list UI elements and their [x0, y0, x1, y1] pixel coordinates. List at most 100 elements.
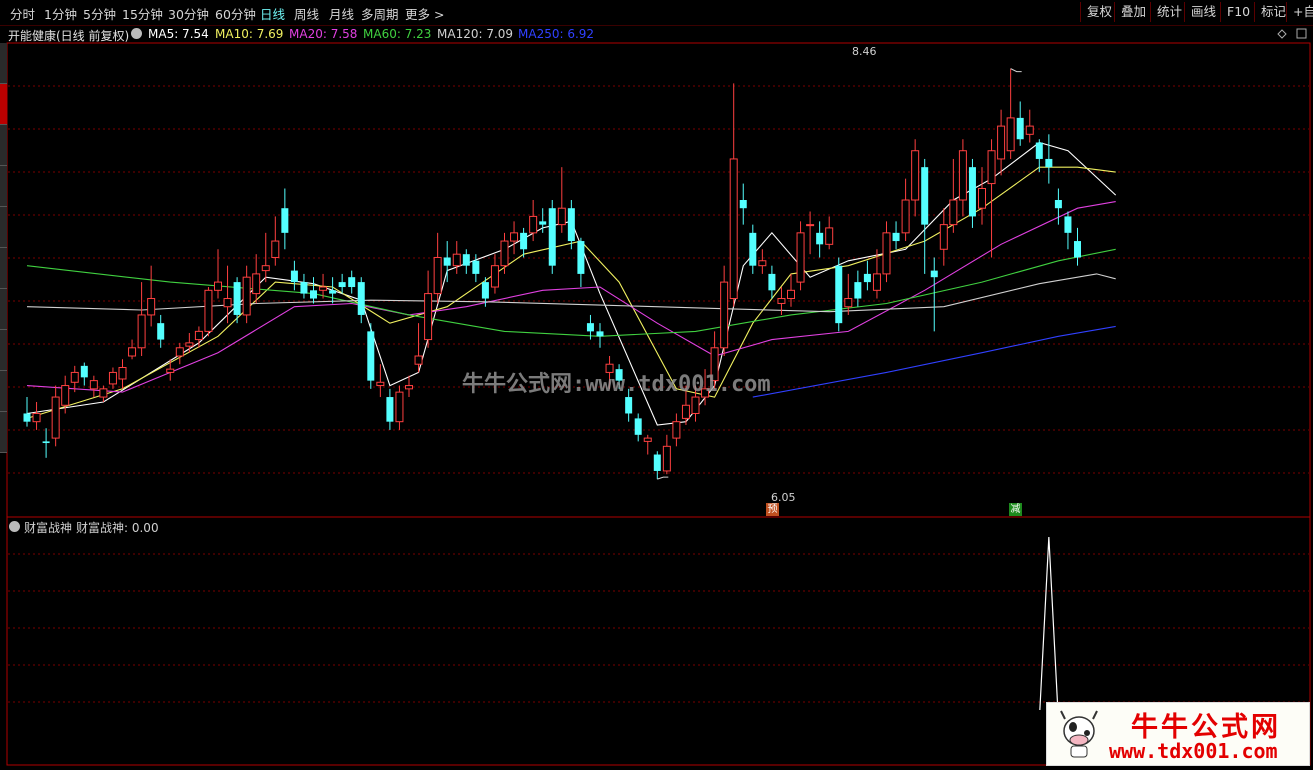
candle-body [61, 385, 70, 406]
side-tab-0[interactable] [0, 43, 7, 84]
indicator-value: 财富战神: 0.00 [76, 521, 159, 535]
settings-icon[interactable] [131, 28, 142, 39]
side-tab-1[interactable] [0, 84, 7, 125]
candle-body [1035, 142, 1043, 159]
side-tabs [0, 43, 7, 463]
period-tab-4[interactable]: 30分钟 [168, 4, 209, 23]
candle-body [137, 314, 146, 349]
candle-body [472, 260, 480, 274]
candle-body [643, 437, 652, 442]
side-tab-7[interactable] [0, 330, 7, 371]
period-tab-5[interactable]: 60分钟 [215, 4, 256, 23]
candle-body [844, 298, 853, 308]
candle-body [51, 396, 60, 439]
candle-body [1006, 117, 1015, 152]
side-tab-8[interactable] [0, 371, 7, 412]
period-tab-0[interactable]: 分时 [10, 4, 35, 23]
candle-body [194, 330, 203, 341]
candle-body [520, 232, 528, 250]
candle-body [691, 396, 700, 414]
side-tab-2[interactable] [0, 125, 7, 166]
side-tab-5[interactable] [0, 248, 7, 289]
candle-body [252, 273, 261, 295]
candle-body [930, 270, 938, 278]
candle-body [777, 298, 786, 304]
candle-body [882, 232, 891, 275]
side-tab-3[interactable] [0, 166, 7, 207]
candle-body [911, 150, 920, 201]
candle-body [596, 331, 604, 337]
candle-body [281, 208, 289, 233]
candle-body [997, 125, 1006, 160]
ma-line-ma60 [26, 248, 1116, 337]
candle-body [939, 224, 948, 250]
logo-url: www.tdx001.com [1109, 739, 1278, 763]
period-tab-7[interactable]: 周线 [294, 4, 319, 23]
candle-body [99, 388, 108, 398]
watermark-text: 牛牛公式网:www.tdx001.com [462, 372, 771, 397]
side-tab-4[interactable] [0, 207, 7, 248]
candle-body [157, 323, 165, 340]
candle-body [500, 240, 509, 267]
candle-body [166, 368, 175, 373]
period-tab-10[interactable]: 更多 > [405, 4, 444, 23]
ma-label-3: MA60: 7.23 [363, 27, 432, 41]
candle-body [749, 232, 757, 266]
candle-body [625, 397, 633, 414]
candle-body [806, 224, 815, 227]
candle-body [405, 385, 413, 390]
toolbar-button-0[interactable]: 复权 [1080, 2, 1118, 22]
candle-body [1016, 117, 1024, 140]
cow-logo-icon [1060, 710, 1098, 758]
candle-body [586, 323, 594, 332]
candle-body [223, 298, 232, 308]
toolbar-button-6[interactable]: +自选 [1286, 2, 1313, 22]
toolbar-button-2[interactable]: 统计 [1150, 2, 1188, 22]
candle-body [376, 381, 385, 387]
period-tab-6[interactable]: 日线 [260, 4, 285, 23]
high-leader [1010, 68, 1022, 73]
site-logo: 牛牛公式网 www.tdx001.com [1046, 702, 1310, 766]
ma-line-ma120 [26, 273, 1116, 313]
period-tab-9[interactable]: 多周期 [361, 4, 399, 23]
candle-body [892, 232, 900, 242]
indicator-name: 财富战神 [24, 521, 73, 535]
candle-body [443, 257, 451, 266]
toolbar-button-3[interactable]: 画线 [1184, 2, 1222, 22]
main-header: 开能健康(日线 前复权) MA5: 7.54 MA10: 7.69 MA20: 7.… [0, 25, 1313, 43]
candle-body [758, 260, 767, 267]
side-tab-6[interactable] [0, 289, 7, 330]
candle-body [854, 282, 862, 299]
candle-body [739, 200, 747, 209]
period-tab-3[interactable]: 15分钟 [122, 4, 163, 23]
candle-body [271, 240, 280, 258]
candle-body [968, 167, 976, 217]
side-tab-9[interactable] [0, 412, 7, 453]
candle-body [949, 199, 958, 226]
indicator-settings-icon[interactable] [9, 521, 20, 532]
candle-body [921, 167, 929, 225]
candle-body [835, 265, 843, 324]
candle-body [32, 412, 41, 423]
candle-body [1064, 216, 1072, 233]
candle-body [357, 282, 365, 315]
ma-line-ma250 [752, 325, 1116, 398]
period-tab-1[interactable]: 1分钟 [44, 4, 77, 23]
main-panel-border [6, 42, 1311, 518]
low-leader [657, 476, 669, 480]
period-tab-2[interactable]: 5分钟 [83, 4, 116, 23]
period-tab-8[interactable]: 月线 [329, 4, 354, 23]
candle-body [539, 221, 547, 225]
candle-body [185, 342, 194, 347]
toolbar-button-1[interactable]: 叠加 [1114, 2, 1152, 22]
toolbar-button-4[interactable]: F10 [1220, 2, 1256, 22]
high-price-label: 8.46 [852, 45, 877, 58]
candle-body [787, 289, 795, 300]
candle-body [958, 150, 967, 201]
candle-body [863, 273, 871, 283]
candle-body [42, 441, 50, 444]
candle-body [204, 289, 213, 332]
marker-jian: 减 [1009, 503, 1022, 516]
candle-body [481, 282, 489, 299]
candle-body [462, 254, 470, 266]
